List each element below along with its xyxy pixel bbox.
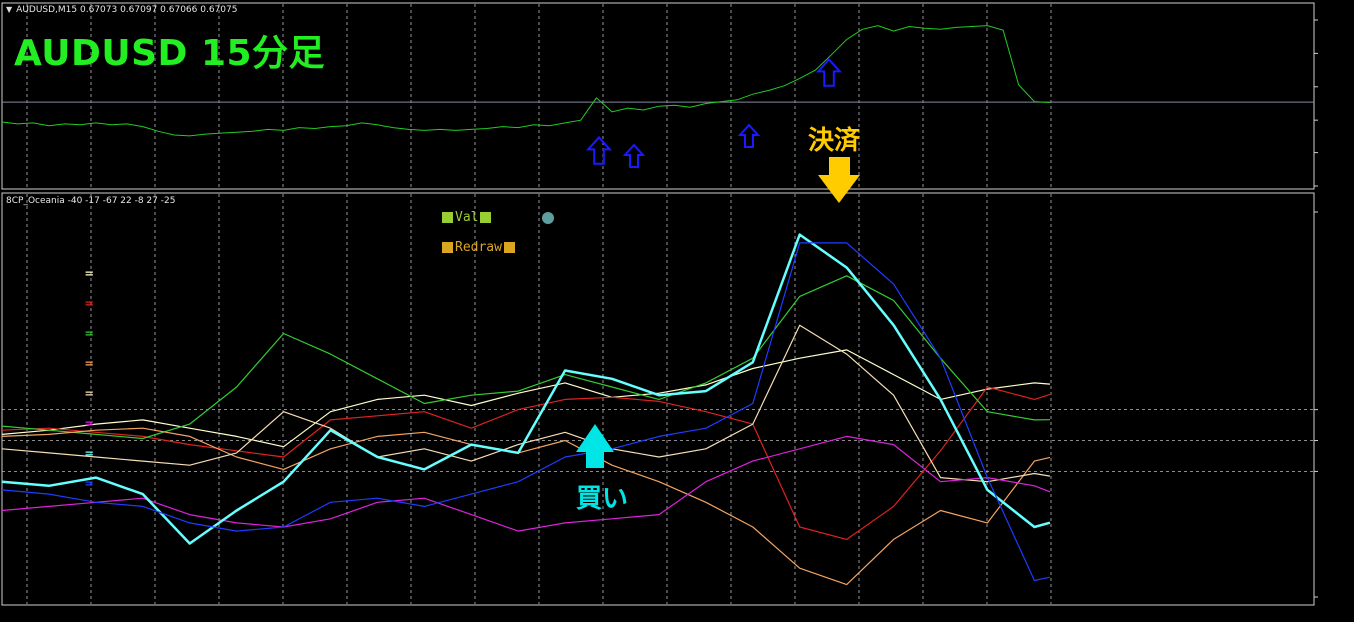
- table-row: =: [10, 476, 310, 496]
- buy-signal-arrow-icon: [622, 143, 646, 168]
- table-row: =: [10, 446, 310, 466]
- buy-signal-arrow-icon: [737, 123, 761, 148]
- table-cell-eq: =: [85, 416, 94, 432]
- marker-square-icon: [442, 212, 453, 223]
- table-cell-eq: =: [85, 296, 94, 312]
- settle-label: 決済: [808, 126, 861, 156]
- price-header-text: AUDUSD,M15 0.67073 0.67097 0.67066 0.670…: [16, 5, 238, 15]
- collapse-triangle-icon[interactable]: ▼: [6, 5, 12, 14]
- marker-square-icon: [442, 242, 453, 253]
- table-row: =: [10, 296, 310, 316]
- table-cell-eq: =: [85, 476, 94, 492]
- price-window-header: ▼ AUDUSD,M15 0.67073 0.67097 0.67066 0.67…: [6, 5, 237, 15]
- marker-square-icon: [480, 212, 492, 223]
- indicator-window-header: 8CP_Oceania -40 -17 -67 22 -8 27 -25: [6, 196, 176, 206]
- table-row: =: [10, 386, 310, 406]
- settle-arrow-icon: [818, 157, 860, 203]
- marker-legend-item: Val: [442, 210, 492, 225]
- table-cell-eq: =: [85, 326, 94, 342]
- table-row: =: [10, 266, 310, 286]
- table-cell-eq: =: [85, 356, 94, 372]
- status-dot-icon: [542, 212, 554, 224]
- table-row: =: [10, 356, 310, 376]
- table-cell-eq: =: [85, 386, 94, 402]
- table-row: =: [10, 416, 310, 436]
- marker-legend-item: Redraw: [442, 240, 515, 255]
- marker-label: Val: [455, 210, 479, 225]
- table-cell-eq: =: [85, 446, 94, 462]
- buy-arrow-icon: [576, 424, 614, 468]
- buy-signal-arrow-icon: [815, 57, 843, 87]
- table-cell-eq: =: [85, 266, 94, 282]
- table-header-row: [10, 228, 310, 248]
- annotation-title: AUDUSD 15分足: [14, 33, 326, 74]
- buy-label: 買い: [576, 484, 629, 514]
- buy-signal-arrow-icon: [585, 135, 613, 165]
- marker-square-icon: [503, 242, 515, 253]
- table-row: =: [10, 326, 310, 346]
- marker-label: Redraw: [455, 240, 502, 255]
